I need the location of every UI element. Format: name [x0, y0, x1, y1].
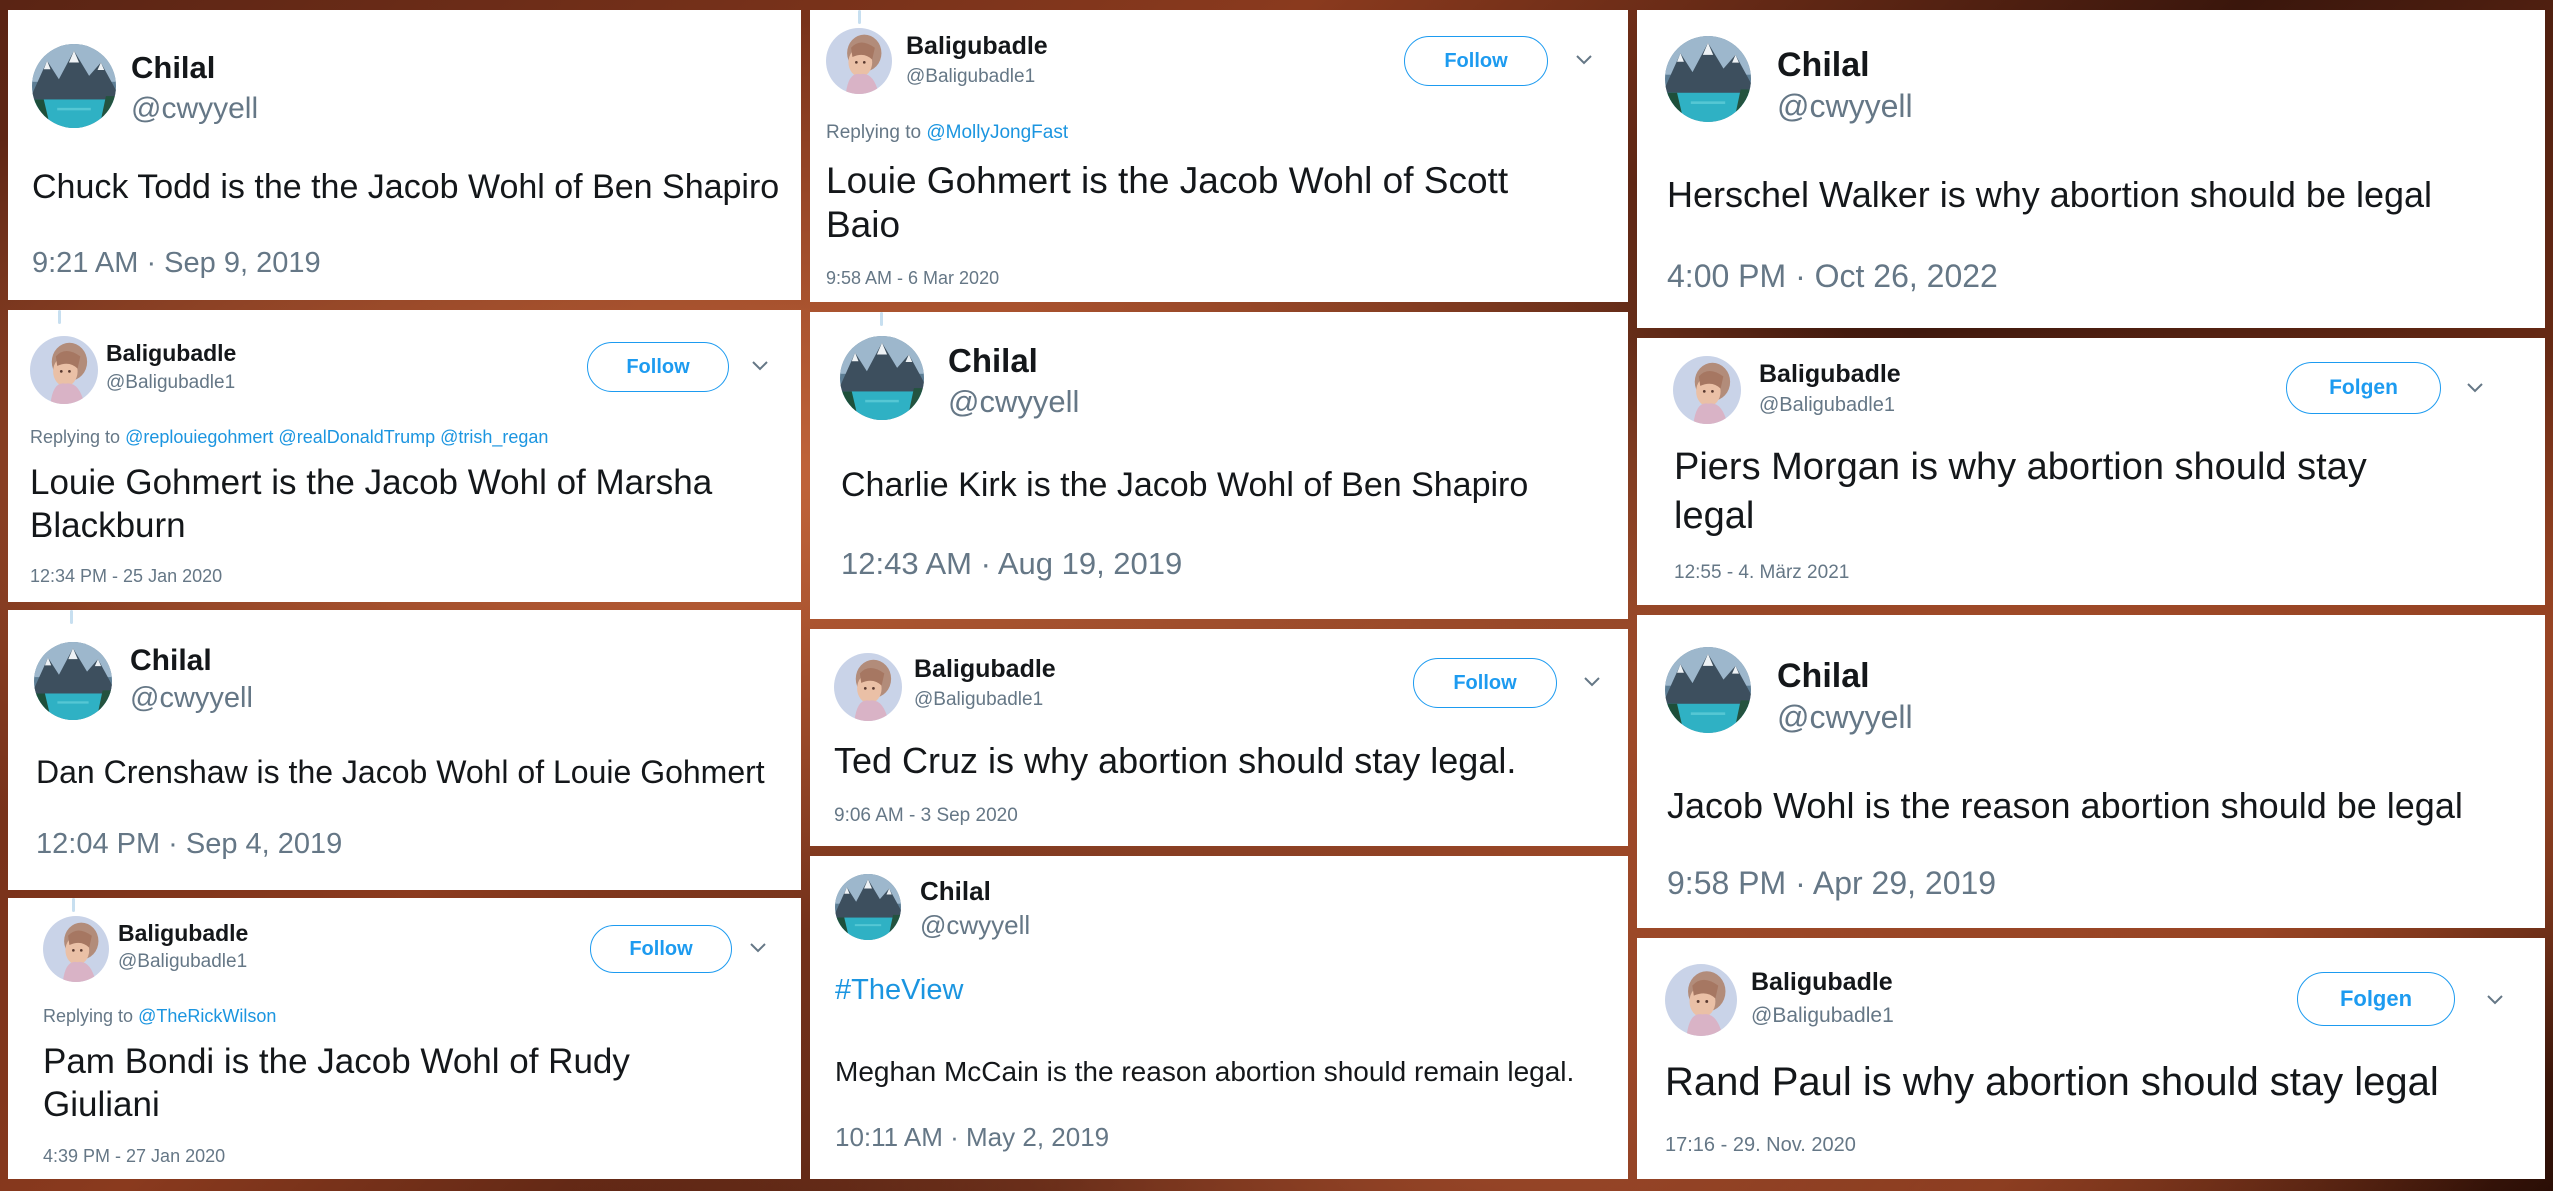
tweet-timestamp[interactable]: 17:16 - 29. Nov. 2020 — [1665, 1134, 1856, 1157]
chevron-down-icon[interactable] — [748, 940, 768, 954]
author-name[interactable]: Chilal — [948, 342, 1038, 380]
tweet-timestamp[interactable]: 9:58 PM · Apr 29, 2019 — [1667, 865, 1996, 902]
tweet-timestamp[interactable]: 12:04 PM · Sep 4, 2019 — [36, 828, 342, 861]
follow-button[interactable]: Follow — [587, 342, 729, 392]
tweet-card: Chilal @cwyyell #TheView Meghan McCain i… — [810, 856, 1628, 1179]
replying-label: Replying to — [826, 122, 922, 143]
author-handle[interactable]: @cwyyell — [1777, 88, 1913, 125]
tweet-timestamp[interactable]: 12:55 - 4. März 2021 — [1674, 562, 1849, 584]
author-handle[interactable]: @cwyyell — [948, 384, 1079, 420]
tweet-card: Chilal @cwyyell Dan Crenshaw is the Jaco… — [8, 610, 801, 890]
tweet-timestamp[interactable]: 4:00 PM · Oct 26, 2022 — [1667, 258, 1998, 295]
follow-button[interactable]: Folgen — [2286, 362, 2441, 414]
tweet-text: Chuck Todd is the the Jacob Wohl of Ben … — [32, 168, 780, 206]
tweet-card: Chilal @cwyyell Charlie Kirk is the Jaco… — [810, 312, 1628, 619]
mountain-lake-avatar-icon[interactable] — [1665, 647, 1751, 733]
author-handle[interactable]: @cwyyell — [1777, 699, 1913, 736]
author-name[interactable]: Chilal — [1777, 657, 1870, 696]
tweet-timestamp[interactable]: 9:21 AM · Sep 9, 2019 — [32, 247, 321, 280]
author-handle[interactable]: @Baligubadle1 — [118, 951, 247, 973]
author-name[interactable]: Chilal — [920, 876, 991, 907]
tweet-timestamp[interactable]: 9:58 AM - 6 Mar 2020 — [826, 268, 999, 289]
tweet-text: Meghan McCain is the reason abortion sho… — [835, 1056, 1575, 1087]
chevron-down-icon[interactable] — [2485, 992, 2505, 1006]
tweet-timestamp[interactable]: 9:06 AM - 3 Sep 2020 — [834, 805, 1018, 827]
author-handle[interactable]: @cwyyell — [131, 92, 258, 126]
replying-to: Replying to @replouiegohmert @realDonald… — [30, 427, 548, 448]
author-handle[interactable]: @cwyyell — [920, 910, 1030, 941]
chevron-down-icon[interactable] — [2465, 380, 2485, 394]
tweet-card: Baligubadle @Baligubadle1 Follow Ted Cru… — [810, 629, 1628, 846]
author-name[interactable]: Baligubadle — [106, 340, 236, 367]
tweet-card: Baligubadle @Baligubadle1 Follow Replyin… — [8, 310, 801, 602]
author-name[interactable]: Baligubadle — [1751, 968, 1893, 997]
author-name[interactable]: Baligubadle — [118, 920, 248, 947]
person-avatar-icon[interactable] — [43, 916, 109, 982]
tweet-card: Baligubadle @Baligubadle1 Folgen Piers M… — [1637, 338, 2545, 605]
follow-button[interactable]: Follow — [590, 925, 732, 973]
replying-label: Replying to — [43, 1006, 134, 1026]
tweet-text: Jacob Wohl is the reason abortion should… — [1667, 785, 2463, 826]
tweet-text: Ted Cruz is why abortion should stay leg… — [834, 740, 1517, 781]
person-avatar-icon[interactable] — [30, 336, 98, 404]
tweet-text-line-1: Louie Gohmert is the Jacob Wohl of Marsh… — [30, 463, 713, 502]
mountain-lake-avatar-icon[interactable] — [835, 874, 901, 940]
tweet-timestamp[interactable]: 12:43 AM · Aug 19, 2019 — [841, 546, 1182, 582]
tweet-timestamp[interactable]: 10:11 AM · May 2, 2019 — [835, 1122, 1109, 1153]
tweet-text-line-2: Baio — [826, 204, 901, 245]
tweet-card: Baligubadle @Baligubadle1 Folgen Rand Pa… — [1637, 938, 2545, 1179]
mountain-lake-avatar-icon[interactable] — [32, 44, 116, 128]
mountain-lake-avatar-icon[interactable] — [1665, 36, 1751, 122]
author-handle[interactable]: @Baligubadle1 — [906, 66, 1035, 88]
tweet-card: Chilal @cwyyell Herschel Walker is why a… — [1637, 10, 2545, 328]
author-name[interactable]: Baligubadle — [914, 655, 1056, 684]
tweet-card: Chilal @cwyyell Jacob Wohl is the reason… — [1637, 615, 2545, 928]
mountain-lake-avatar-icon[interactable] — [840, 336, 924, 420]
reply-mentions[interactable]: @replouiegohmert @realDonaldTrump @trish… — [125, 427, 548, 447]
tweet-text-line-2: Giuliani — [43, 1085, 160, 1124]
author-name[interactable]: Baligubadle — [1759, 360, 1901, 389]
chevron-down-icon[interactable] — [750, 358, 770, 372]
author-name[interactable]: Chilal — [130, 644, 212, 678]
chevron-down-icon[interactable] — [1574, 52, 1594, 66]
follow-button[interactable]: Folgen — [2297, 972, 2455, 1026]
author-handle[interactable]: @Baligubadle1 — [914, 689, 1043, 711]
tweet-card: Chilal @cwyyell Chuck Todd is the the Ja… — [8, 10, 801, 300]
person-avatar-icon[interactable] — [1665, 964, 1737, 1036]
author-handle[interactable]: @Baligubadle1 — [106, 372, 235, 394]
replying-to: Replying to @TheRickWilson — [43, 1006, 276, 1027]
chevron-down-icon[interactable] — [1582, 674, 1602, 688]
tweet-text-line-2: legal — [1674, 495, 1755, 537]
tweet-text-line-1: Pam Bondi is the Jacob Wohl of Rudy — [43, 1042, 630, 1081]
tweet-card: Baligubadle @Baligubadle1 Follow Replyin… — [8, 898, 801, 1179]
person-avatar-icon[interactable] — [826, 28, 892, 94]
author-handle[interactable]: @cwyyell — [130, 682, 253, 715]
follow-button[interactable]: Follow — [1413, 658, 1557, 708]
author-name[interactable]: Chilal — [131, 50, 215, 86]
tweet-text: Herschel Walker is why abortion should b… — [1667, 174, 2433, 215]
reply-mentions[interactable]: @TheRickWilson — [138, 1006, 276, 1026]
person-avatar-icon[interactable] — [834, 653, 902, 721]
author-handle[interactable]: @Baligubadle1 — [1751, 1004, 1894, 1028]
follow-button[interactable]: Follow — [1404, 36, 1548, 86]
tweet-text: Charlie Kirk is the Jacob Wohl of Ben Sh… — [841, 466, 1529, 504]
tweet-timestamp[interactable]: 4:39 PM - 27 Jan 2020 — [43, 1146, 225, 1167]
author-name[interactable]: Chilal — [1777, 46, 1870, 85]
mountain-lake-avatar-icon[interactable] — [34, 642, 112, 720]
tweet-text: Rand Paul is why abortion should stay le… — [1665, 1060, 2439, 1104]
tweet-timestamp[interactable]: 12:34 PM - 25 Jan 2020 — [30, 566, 222, 587]
tweet-text-line-1: Piers Morgan is why abortion should stay — [1674, 446, 2367, 488]
tweet-text: Dan Crenshaw is the Jacob Wohl of Louie … — [36, 754, 765, 790]
tweet-text-line-2: Blackburn — [30, 506, 186, 545]
tweet-text-line-1: Louie Gohmert is the Jacob Wohl of Scott — [826, 160, 1509, 201]
replying-label: Replying to — [30, 427, 121, 447]
person-avatar-icon[interactable] — [1673, 356, 1741, 424]
reply-mentions[interactable]: @MollyJongFast — [926, 122, 1068, 143]
replying-to: Replying to @MollyJongFast — [826, 122, 1068, 144]
tweet-card: Baligubadle @Baligubadle1 Follow Replyin… — [810, 10, 1628, 302]
author-handle[interactable]: @Baligubadle1 — [1759, 394, 1895, 417]
hashtag-link[interactable]: #TheView — [835, 974, 963, 1007]
author-name[interactable]: Baligubadle — [906, 32, 1048, 61]
